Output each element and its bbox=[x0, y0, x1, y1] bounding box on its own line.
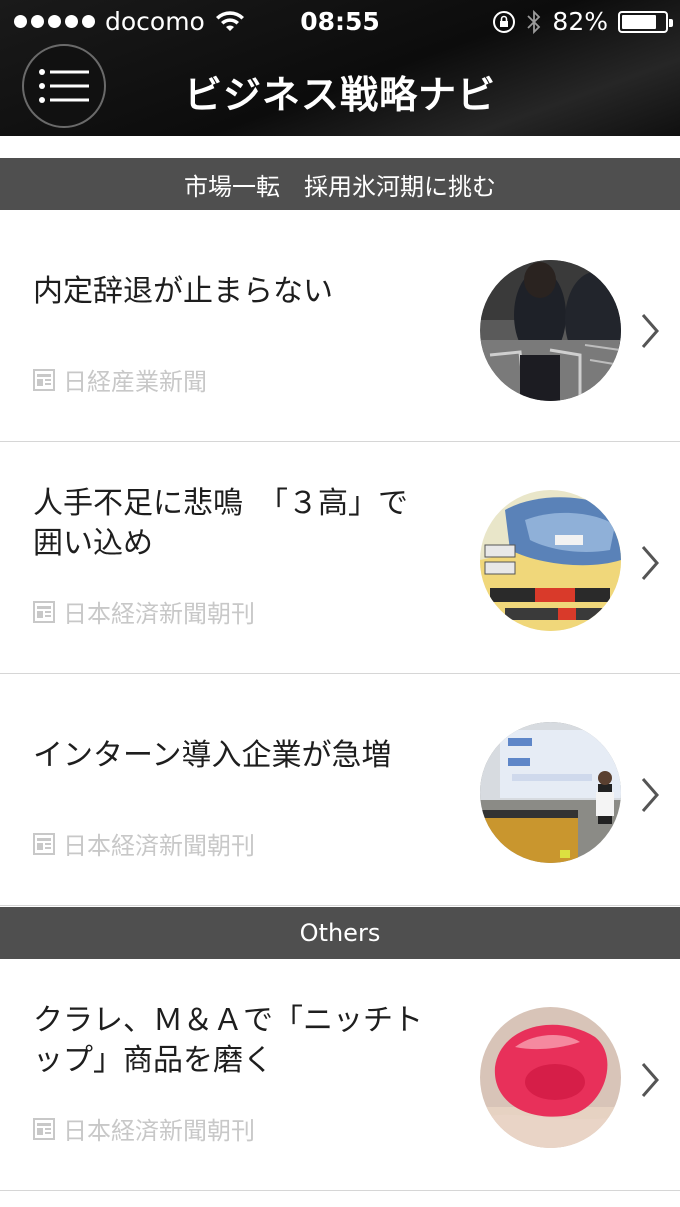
article-item[interactable]: 人手不足に悲鳴 「３高」で囲い込め 日本経済新聞朝刊 bbox=[0, 442, 680, 674]
newspaper-icon bbox=[33, 368, 55, 391]
chevron-right-icon bbox=[641, 546, 659, 580]
status-bar: docomo 08:55 82% bbox=[0, 0, 680, 44]
newspaper-icon bbox=[33, 600, 55, 623]
article-title: インターン導入企業が急増 bbox=[33, 738, 392, 773]
article-source: 日経産業新聞 bbox=[33, 362, 207, 397]
article-source: 日本経済新聞朝刊 bbox=[33, 826, 255, 861]
bluetooth-icon bbox=[527, 9, 541, 34]
article-source: 日本経済新聞朝刊 bbox=[33, 594, 255, 629]
article-source-label: 日本経済新聞朝刊 bbox=[63, 600, 255, 628]
article-thumbnail bbox=[480, 722, 621, 863]
rotation-lock-icon bbox=[493, 10, 516, 33]
battery-icon bbox=[618, 10, 673, 33]
article-item[interactable]: クラレ、Ｍ＆Ａで「ニッチトップ」商品を磨く 日本経済新聞朝刊 bbox=[0, 959, 680, 1191]
article-source: 日本経済新聞朝刊 bbox=[33, 1111, 255, 1146]
article-thumbnail bbox=[480, 1007, 621, 1148]
article-item[interactable]: インターン導入企業が急増 日本経済新聞朝刊 bbox=[0, 674, 680, 906]
battery-percent: 82% bbox=[552, 7, 608, 36]
section-header: Others bbox=[0, 907, 680, 959]
article-item[interactable]: 内定辞退が止まらない 日経産業新聞 bbox=[0, 210, 680, 442]
chevron-right-icon bbox=[641, 1063, 659, 1097]
article-source-label: 日本経済新聞朝刊 bbox=[63, 1117, 255, 1145]
battery-fill bbox=[622, 14, 657, 29]
article-thumbnail bbox=[480, 490, 621, 631]
newspaper-icon bbox=[33, 1117, 55, 1140]
section-header: 市場一転 採用氷河期に挑む bbox=[0, 158, 680, 210]
article-source-label: 日経産業新聞 bbox=[63, 368, 207, 396]
article-thumbnail bbox=[480, 260, 621, 401]
article-title: 人手不足に悲鳴 「３高」で囲い込め bbox=[33, 486, 408, 561]
chevron-right-icon bbox=[641, 778, 659, 812]
status-right: 82% bbox=[492, 7, 673, 36]
chevron-right-icon bbox=[641, 314, 659, 348]
app-header: docomo 08:55 82% ビジネス戦略ナビ bbox=[0, 0, 680, 136]
newspaper-icon bbox=[33, 832, 55, 855]
article-source-label: 日本経済新聞朝刊 bbox=[63, 832, 255, 860]
article-title: クラレ、Ｍ＆Ａで「ニッチトップ」商品を磨く bbox=[33, 1003, 423, 1078]
article-title: 内定辞退が止まらない bbox=[33, 274, 333, 309]
page-title: ビジネス戦略ナビ bbox=[183, 73, 496, 117]
